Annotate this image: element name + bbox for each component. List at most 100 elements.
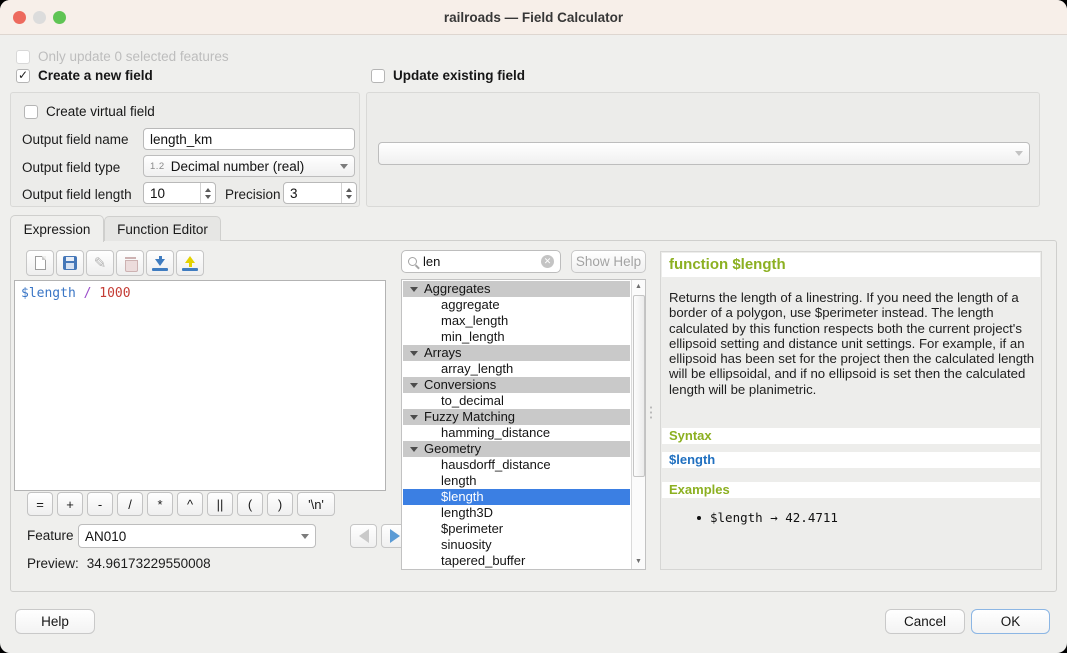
function-item-max-length[interactable]: max_length [403, 313, 630, 329]
function-item-array-length[interactable]: array_length [403, 361, 630, 377]
tab-expression-label: Expression [24, 222, 91, 237]
function-tree[interactable]: Aggregates aggregate max_length min_leng… [401, 279, 646, 570]
spinner-arrows[interactable] [341, 183, 356, 203]
ok-button-label: OK [1001, 614, 1021, 629]
tab-function-editor-label: Function Editor [117, 222, 208, 237]
spin-down-icon[interactable] [205, 195, 211, 199]
group-label: Aggregates [424, 281, 491, 296]
create-virtual-field-checkbox[interactable]: Create virtual field [24, 104, 155, 119]
spin-down-icon[interactable] [346, 195, 352, 199]
item-label: hausdorff_distance [441, 457, 551, 472]
function-item-length[interactable]: length [403, 473, 630, 489]
operator-divide-button[interactable]: / [117, 492, 143, 516]
create-new-field-checkbox[interactable]: Create a new field [16, 68, 153, 83]
scroll-up-icon[interactable] [632, 280, 645, 294]
chevron-down-icon[interactable] [410, 447, 418, 452]
operator-close-paren-button[interactable]: ) [267, 492, 293, 516]
screen: railroads — Field Calculator Only update… [0, 0, 1067, 653]
scroll-down-icon[interactable] [632, 555, 645, 569]
chevron-down-icon[interactable] [410, 351, 418, 356]
chevron-down-icon[interactable] [410, 287, 418, 292]
preview-row: Preview: 34.96173229550008 [27, 556, 211, 571]
chevron-down-icon [340, 164, 348, 169]
help-syntax-value: $length [662, 452, 1040, 468]
tree-scrollbar[interactable] [631, 280, 645, 569]
function-item-aggregate[interactable]: aggregate [403, 297, 630, 313]
operator-concat-button[interactable]: || [207, 492, 233, 516]
trash-icon [125, 257, 136, 270]
feature-value: AN010 [85, 529, 126, 544]
operator-newline-button[interactable]: '\n' [297, 492, 335, 516]
expression-operator-token: / [76, 286, 99, 301]
function-group-fuzzy-matching[interactable]: Fuzzy Matching [403, 409, 630, 425]
function-item-to-decimal[interactable]: to_decimal [403, 393, 630, 409]
operator-equals-button[interactable]: = [27, 492, 53, 516]
operator-minus-button[interactable]: - [87, 492, 113, 516]
chevron-down-icon[interactable] [410, 415, 418, 420]
function-item-sinuosity[interactable]: sinuosity [403, 537, 630, 553]
save-expression-button[interactable] [56, 250, 84, 276]
precision-value: 3 [284, 186, 341, 201]
spin-up-icon[interactable] [346, 188, 352, 192]
preview-label: Preview: [27, 556, 79, 571]
operator-multiply-button[interactable]: * [147, 492, 173, 516]
output-field-name-input[interactable] [143, 128, 355, 150]
function-search-box[interactable]: len [401, 250, 561, 273]
new-file-icon [35, 256, 46, 270]
precision-spinner[interactable]: 3 [283, 182, 357, 204]
import-expression-button[interactable] [146, 250, 174, 276]
ok-button[interactable]: OK [971, 609, 1050, 634]
tab-function-editor[interactable]: Function Editor [104, 216, 221, 241]
operator-open-paren-button[interactable]: ( [237, 492, 263, 516]
function-item-hamming-distance[interactable]: hamming_distance [403, 425, 630, 441]
function-item-dollar-length[interactable]: $length [403, 489, 630, 505]
function-item-tapered-buffer[interactable]: tapered_buffer [403, 553, 630, 569]
operator-plus-button[interactable]: + [57, 492, 83, 516]
output-field-type-combo[interactable]: 1.2 Decimal number (real) [143, 155, 355, 177]
spin-up-icon[interactable] [205, 188, 211, 192]
search-input[interactable]: len [423, 254, 535, 269]
help-button-label: Help [41, 614, 69, 629]
function-group-arrays[interactable]: Arrays [403, 345, 630, 361]
tab-expression[interactable]: Expression [10, 215, 104, 242]
function-group-geometry[interactable]: Geometry [403, 441, 630, 457]
scrollbar-thumb[interactable] [633, 295, 645, 477]
expression-variable-token: $length [21, 286, 76, 301]
checkbox-icon[interactable] [371, 69, 385, 83]
function-item-hausdorff-distance[interactable]: hausdorff_distance [403, 457, 630, 473]
output-field-name-label: Output field name [22, 132, 129, 147]
expression-editor[interactable]: $length / 1000 [14, 280, 386, 491]
arrow-left-icon [359, 529, 369, 543]
output-field-length-spinner[interactable]: 10 [143, 182, 216, 204]
arrow-right-icon [390, 529, 400, 543]
spinner-arrows[interactable] [200, 183, 215, 203]
new-expression-button[interactable] [26, 250, 54, 276]
cancel-button-label: Cancel [904, 614, 946, 629]
cancel-button[interactable]: Cancel [885, 609, 965, 634]
function-item-min-length[interactable]: min_length [403, 329, 630, 345]
output-field-type-label: Output field type [22, 160, 120, 175]
feature-combo[interactable]: AN010 [78, 524, 316, 548]
function-group-conversions[interactable]: Conversions [403, 377, 630, 393]
delete-expression-button [116, 250, 144, 276]
clear-search-icon[interactable] [541, 255, 554, 268]
existing-field-combo [378, 142, 1030, 165]
function-group-aggregates[interactable]: Aggregates [403, 281, 630, 297]
bullet-icon [697, 516, 701, 520]
search-icon [408, 257, 417, 266]
chevron-down-icon [301, 534, 309, 539]
checkbox-checked-icon[interactable] [16, 69, 30, 83]
splitter-handle[interactable] [649, 405, 653, 421]
function-item-length3d[interactable]: length3D [403, 505, 630, 521]
output-field-length-value: 10 [144, 186, 200, 201]
help-button[interactable]: Help [15, 609, 95, 634]
help-title: function $length [662, 253, 1040, 277]
update-existing-field-checkbox[interactable]: Update existing field [371, 68, 525, 83]
chevron-down-icon[interactable] [410, 383, 418, 388]
checkbox-icon[interactable] [24, 105, 38, 119]
function-item-dollar-perimeter[interactable]: $perimeter [403, 521, 630, 537]
operator-power-button[interactable]: ^ [177, 492, 203, 516]
create-virtual-field-label: Create virtual field [46, 104, 155, 119]
export-expression-button[interactable] [176, 250, 204, 276]
item-label: to_decimal [441, 393, 504, 408]
